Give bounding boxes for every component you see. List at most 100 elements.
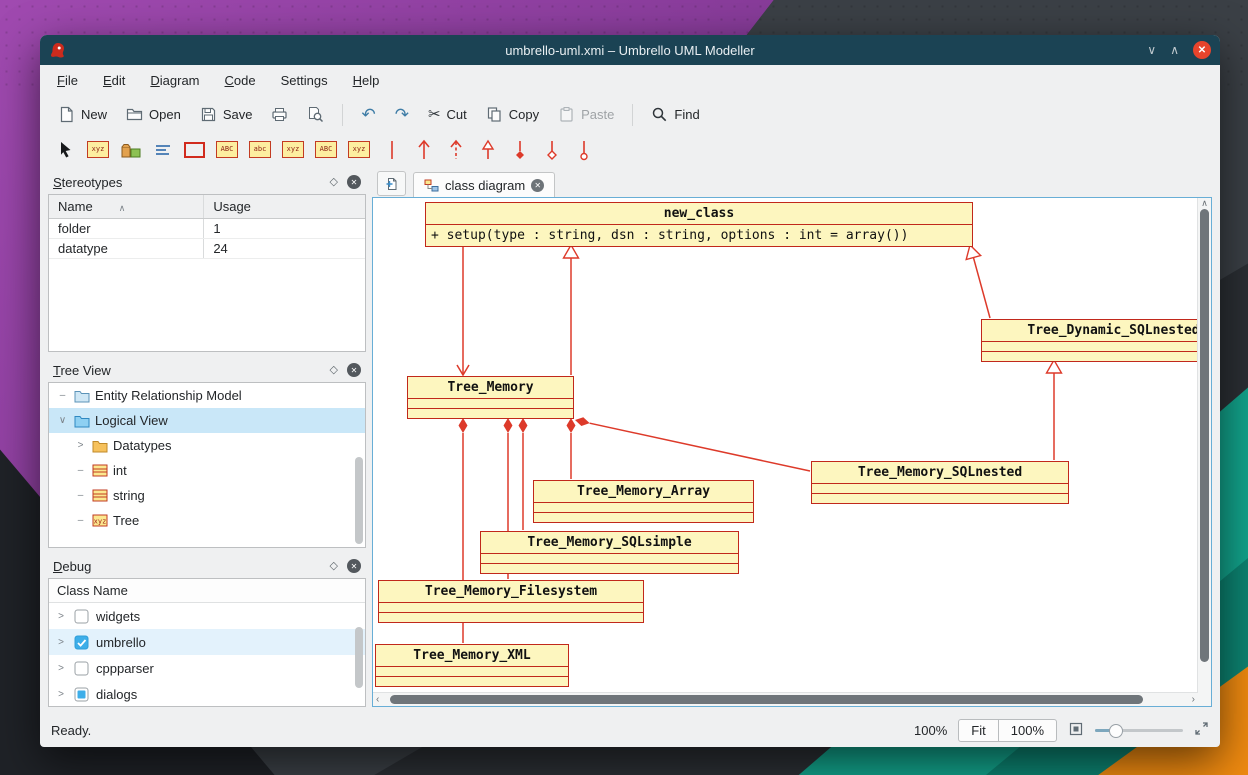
checkbox-unchecked[interactable] (74, 661, 89, 676)
uml-attributes-compartment (982, 342, 1197, 352)
open-button[interactable]: Open (118, 102, 189, 127)
tree-view-dock-header[interactable]: Tree View ◇ ✕ (48, 358, 366, 382)
float-dock-icon[interactable]: ◇ (330, 177, 338, 188)
diagram-canvas[interactable]: new_class+ setup(type : string, dsn : st… (374, 199, 1197, 692)
enum-tool[interactable]: xyz (348, 138, 370, 162)
datatype-tool[interactable]: xyz (282, 138, 304, 162)
fullscreen-icon[interactable] (1194, 721, 1209, 739)
menu-edit[interactable]: Edit (103, 73, 125, 88)
tree-item-logical-view[interactable]: ∨Logical View (49, 408, 365, 433)
uml-class-Tree_Memory_Filesystem[interactable]: Tree_Memory_Filesystem (378, 580, 644, 623)
close-dock-icon[interactable]: ✕ (347, 175, 361, 189)
package-tool[interactable] (120, 138, 141, 162)
stereotypes-col-usage[interactable]: Usage (204, 195, 365, 219)
uml-class-name: Tree_Memory_SQLsimple (481, 532, 738, 554)
debug-item-cppparser[interactable]: >cppparser (49, 655, 365, 681)
debug-item-dialogs[interactable]: >dialogs (49, 681, 365, 707)
stereotypes-dock-header[interactable]: Stereotypes ◇ ✕ (48, 170, 366, 194)
menu-settings[interactable]: Settings (281, 73, 328, 88)
maximize-button[interactable]: ∧ (1170, 44, 1179, 56)
menu-code[interactable]: Code (225, 73, 256, 88)
association-tool[interactable] (381, 138, 402, 162)
tree-item-datatypes[interactable]: >Datatypes (49, 433, 365, 458)
uml-class-Tree_Memory_Array[interactable]: Tree_Memory_Array (533, 480, 754, 523)
dependency-tool[interactable] (445, 138, 466, 162)
composition-tool[interactable] (509, 138, 530, 162)
uni-association-tool[interactable] (413, 138, 434, 162)
text-lines-tool[interactable] (152, 138, 173, 162)
expander-icon[interactable]: > (55, 611, 67, 622)
horizontal-scroll-thumb[interactable] (390, 695, 1143, 704)
cut-button[interactable]: ✂Cut (420, 103, 475, 126)
entity-tool[interactable]: ABC (315, 138, 337, 162)
tree-item-tree[interactable]: –xyzTree (49, 508, 365, 533)
checkbox-checked[interactable] (74, 635, 89, 650)
close-button[interactable]: ✕ (1193, 41, 1211, 59)
print-preview-button[interactable] (299, 102, 332, 127)
box-tool[interactable] (184, 138, 205, 162)
save-button[interactable]: Save (192, 102, 261, 127)
expander-icon[interactable]: > (55, 689, 67, 700)
uml-class-Tree_Memory_SQLnested[interactable]: Tree_Memory_SQLnested (811, 461, 1069, 504)
scroll-up-icon[interactable]: ∧ (1198, 198, 1211, 209)
vertical-scrollbar[interactable]: ∧ (1197, 198, 1211, 693)
print-button[interactable] (263, 102, 296, 127)
generalization-tool[interactable] (477, 138, 498, 162)
undo-button[interactable]: ↶ (353, 102, 383, 127)
zoom-slider-handle[interactable] (1109, 724, 1123, 738)
checkbox-unchecked[interactable] (74, 609, 89, 624)
find-button[interactable]: Find (643, 102, 707, 127)
float-dock-icon[interactable]: ◇ (330, 561, 338, 572)
select-tool[interactable] (55, 138, 76, 162)
tree-item-string[interactable]: –string (49, 483, 365, 508)
scroll-right-icon[interactable]: › (1189, 693, 1198, 706)
tab-close-icon[interactable]: ✕ (531, 179, 544, 192)
expander-icon[interactable]: > (55, 637, 67, 648)
uml-class-Tree_Dynamic_SQLnested[interactable]: Tree_Dynamic_SQLnested (981, 319, 1197, 362)
zoom-fit-button[interactable]: Fit (958, 719, 998, 742)
titlebar[interactable]: umbrello-uml.xmi – Umbrello UML Modeller… (40, 35, 1220, 65)
minimize-button[interactable]: ∨ (1147, 44, 1156, 56)
new-tab-button[interactable] (377, 171, 406, 196)
debug-item-widgets[interactable]: >widgets (49, 603, 365, 629)
uml-class-Tree_Memory[interactable]: Tree_Memory (407, 376, 574, 419)
stereotypes-col-name[interactable]: Name∧ (49, 195, 204, 219)
redo-button[interactable]: ↷ (387, 102, 417, 127)
interface-tool[interactable]: abc (249, 138, 271, 162)
vertical-scroll-thumb[interactable] (1200, 209, 1209, 662)
float-dock-icon[interactable]: ◇ (330, 365, 338, 376)
debug-scrollbar[interactable] (355, 627, 363, 688)
zoom-slider[interactable] (1095, 722, 1183, 738)
tree-item-int[interactable]: –int (49, 458, 365, 483)
expander-icon[interactable]: ∨ (56, 415, 69, 426)
paste-button[interactable]: Paste (550, 102, 622, 127)
uml-class-Tree_Memory_SQLsimple[interactable]: Tree_Memory_SQLsimple (480, 531, 739, 574)
checkbox-filled[interactable] (74, 687, 89, 702)
close-dock-icon[interactable]: ✕ (347, 363, 361, 377)
zoom-100-button[interactable]: 100% (998, 719, 1057, 742)
menu-file[interactable]: File (57, 73, 78, 88)
uml-class-new_class[interactable]: new_class+ setup(type : string, dsn : st… (425, 202, 973, 247)
tree-view-scrollbar[interactable] (355, 457, 363, 544)
expander-icon[interactable]: > (55, 663, 67, 674)
debug-dock-header[interactable]: Debug ◇ ✕ (48, 554, 366, 578)
menu-diagram[interactable]: Diagram (150, 73, 199, 88)
class-tool[interactable]: ABC (216, 138, 238, 162)
new-button[interactable]: New (50, 102, 115, 127)
zoom-page-icon[interactable] (1068, 721, 1084, 740)
expander-icon[interactable]: > (74, 440, 87, 451)
aggregation-tool[interactable] (541, 138, 562, 162)
stereotype-row[interactable]: folder1 (49, 219, 365, 239)
anchor-tool[interactable] (573, 138, 594, 162)
menu-help[interactable]: Help (353, 73, 380, 88)
close-dock-icon[interactable]: ✕ (347, 559, 361, 573)
tree-item-entity-relationship-model[interactable]: –Entity Relationship Model (49, 383, 365, 408)
scroll-left-icon[interactable]: ‹ (373, 693, 382, 706)
stereotype-row[interactable]: datatype24 (49, 239, 365, 259)
tab-class-diagram[interactable]: class diagram ✕ (413, 172, 555, 197)
uml-class-Tree_Memory_XML[interactable]: Tree_Memory_XML (375, 644, 569, 687)
object-tool[interactable]: xyz (87, 138, 109, 162)
debug-item-umbrello[interactable]: >umbrello (49, 629, 365, 655)
copy-button[interactable]: Copy (478, 102, 547, 127)
horizontal-scrollbar[interactable]: ‹ › (373, 692, 1198, 706)
